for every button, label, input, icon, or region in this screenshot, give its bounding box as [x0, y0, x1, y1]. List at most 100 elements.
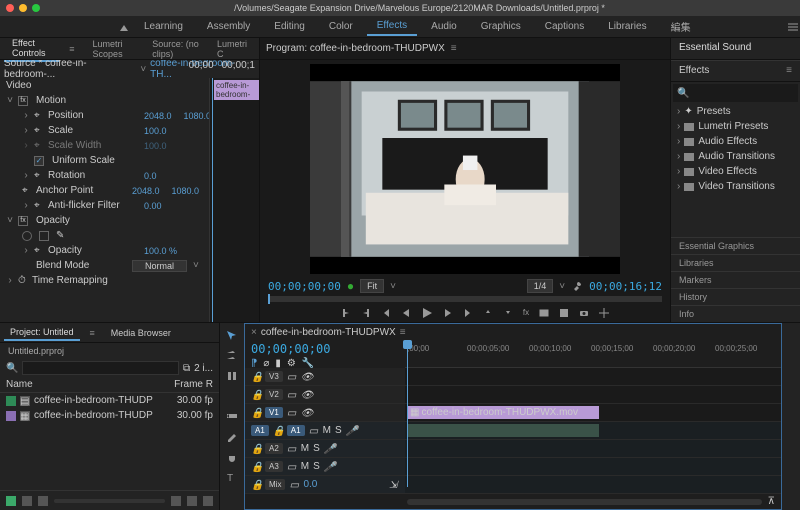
track-a3[interactable]: A3 — [265, 461, 283, 472]
track-a1[interactable]: A1 — [287, 425, 305, 436]
slip-tool-icon[interactable] — [225, 409, 239, 423]
ws-editing[interactable]: Editing — [264, 18, 315, 35]
tab-project[interactable]: Project: Untitled — [4, 325, 80, 341]
ws-audio[interactable]: Audio — [421, 18, 467, 35]
ws-learning[interactable]: Learning — [134, 18, 193, 35]
step-back-icon[interactable] — [401, 308, 411, 318]
anchor-y[interactable]: 1080.0 — [172, 186, 200, 196]
project-row[interactable]: ▤coffee-in-bedroom-THUDP30.00 fp — [0, 393, 219, 408]
position-y[interactable]: 1080.0 — [184, 111, 212, 121]
project-search[interactable] — [22, 361, 179, 375]
video-transitions-folder[interactable]: ›Video Transitions — [671, 179, 800, 194]
mark-out-icon[interactable] — [361, 308, 371, 318]
libraries-panel[interactable]: Libraries — [671, 254, 800, 271]
mark-in-icon[interactable] — [341, 308, 351, 318]
program-menu-icon[interactable]: ≡ — [451, 43, 457, 54]
timeline-track-area[interactable]: ▦coffee-in-bedroom-THUDPWX.mov — [405, 368, 781, 494]
compare-icon[interactable] — [559, 308, 569, 318]
overflow-icon[interactable] — [786, 20, 800, 34]
ws-libraries[interactable]: Libraries — [598, 18, 656, 35]
ws-edit-jp[interactable]: 編集 — [661, 16, 701, 37]
resolution-select[interactable]: 1/4 — [527, 279, 554, 293]
pen-tool-icon[interactable] — [225, 429, 239, 443]
new-item-icon[interactable] — [187, 496, 197, 506]
essential-sound-title[interactable]: Essential Sound — [671, 38, 800, 60]
antiflicker-value[interactable]: 0.00 — [144, 201, 162, 211]
freeform-view-icon[interactable] — [38, 496, 48, 506]
markers-panel[interactable]: Markers — [671, 271, 800, 288]
program-tab[interactable]: Program: coffee-in-bedroom-THUDPWX — [266, 43, 445, 54]
zoom-fit-select[interactable]: Fit — [360, 279, 384, 293]
src-a1[interactable]: A1 — [251, 425, 269, 436]
close-dot[interactable] — [6, 4, 14, 12]
uniform-scale-checkbox[interactable]: ✓ — [34, 156, 44, 166]
effects-search[interactable]: 🔍 — [673, 84, 798, 102]
toggle-output-icon[interactable]: ▭ — [287, 372, 297, 382]
audio-clip[interactable] — [407, 424, 599, 437]
go-out-icon[interactable] — [463, 308, 473, 318]
audio-effects-folder[interactable]: ›Audio Effects — [671, 134, 800, 149]
eye-icon[interactable]: 👁 — [301, 372, 311, 382]
play-icon[interactable] — [421, 307, 433, 319]
tab-media-browser[interactable]: Media Browser — [105, 326, 177, 340]
lock-icon[interactable]: 🔒 — [251, 372, 261, 382]
program-tc-left[interactable]: 00;00;00;00 — [268, 280, 341, 293]
go-in-icon[interactable] — [381, 308, 391, 318]
track-v2[interactable]: V2 — [265, 389, 283, 400]
ws-color[interactable]: Color — [319, 18, 363, 35]
mask-ellipse-icon[interactable] — [22, 231, 32, 241]
expand-icon[interactable]: ⇲ — [389, 480, 399, 490]
track-a2[interactable]: A2 — [265, 443, 283, 454]
step-fwd-icon[interactable] — [443, 308, 453, 318]
extract-icon[interactable] — [503, 308, 513, 318]
ws-effects[interactable]: Effects — [367, 17, 417, 36]
ws-captions[interactable]: Captions — [535, 18, 594, 35]
home-icon[interactable] — [118, 21, 130, 33]
info-panel[interactable]: Info — [671, 305, 800, 322]
timeline-ruler[interactable]: ;00;00 00;00;05;00 00;00;10;00 00;00;15;… — [405, 340, 781, 368]
track-mix[interactable]: Mix — [265, 479, 285, 490]
ws-assembly[interactable]: Assembly — [197, 18, 260, 35]
selection-tool-icon[interactable] — [225, 329, 239, 343]
type-tool-icon[interactable]: T — [225, 469, 239, 483]
playhead[interactable] — [407, 340, 408, 487]
trash-icon[interactable] — [203, 496, 213, 506]
new-bin-icon[interactable] — [171, 496, 181, 506]
video-effects-folder[interactable]: ›Video Effects — [671, 164, 800, 179]
panel-menu-icon[interactable]: ≡ — [61, 42, 82, 56]
wrench-icon[interactable] — [571, 280, 583, 292]
min-dot[interactable] — [19, 4, 27, 12]
track-select-tool-icon[interactable] — [225, 349, 239, 363]
scale-value[interactable]: 100.0 — [144, 126, 167, 136]
bin-filter-icon[interactable]: ⧉ — [183, 363, 190, 374]
hand-tool-icon[interactable] — [225, 449, 239, 463]
add-marker-icon[interactable] — [321, 308, 331, 318]
rotation-value[interactable]: 0.0 — [144, 171, 157, 181]
mask-pen-icon[interactable]: ✎ — [56, 230, 64, 241]
tab-lumetri-color[interactable]: Lumetri C — [209, 37, 255, 61]
anchor-x[interactable]: 2048.0 — [132, 186, 160, 196]
program-monitor[interactable] — [310, 64, 620, 274]
timeline-tc[interactable]: 00;00;00;00 — [251, 342, 399, 356]
effects-tab[interactable]: Effects — [679, 65, 709, 76]
program-scrubber[interactable] — [268, 296, 662, 301]
tab-source[interactable]: Source: (no clips) — [144, 37, 207, 61]
mask-rect-icon[interactable] — [39, 231, 49, 241]
track-v3[interactable]: V3 — [265, 371, 283, 382]
blend-mode-select[interactable]: Normal — [132, 260, 187, 272]
fx-toggle-icon[interactable]: fx — [523, 308, 529, 317]
position-x[interactable]: 2048.0 — [144, 111, 172, 121]
sequence-tab[interactable]: coffee-in-bedroom-THUDPWX — [261, 327, 396, 338]
fx-badge[interactable]: fx — [18, 96, 28, 106]
audio-transitions-folder[interactable]: ›Audio Transitions — [671, 149, 800, 164]
essential-graphics-panel[interactable]: Essential Graphics — [671, 237, 800, 254]
collapse-icon[interactable]: ⊼ — [768, 496, 775, 507]
video-clip[interactable]: ▦coffee-in-bedroom-THUDPWX.mov — [407, 406, 599, 419]
history-panel[interactable]: History — [671, 288, 800, 305]
razor-tool-icon[interactable] — [225, 389, 239, 403]
col-framerate[interactable]: Frame R — [174, 379, 213, 390]
track-v1[interactable]: V1 — [265, 407, 283, 418]
button-editor-icon[interactable] — [599, 308, 609, 318]
tab-lumetri-scopes[interactable]: Lumetri Scopes — [85, 37, 143, 61]
mic-icon[interactable]: 🎤 — [346, 426, 356, 436]
